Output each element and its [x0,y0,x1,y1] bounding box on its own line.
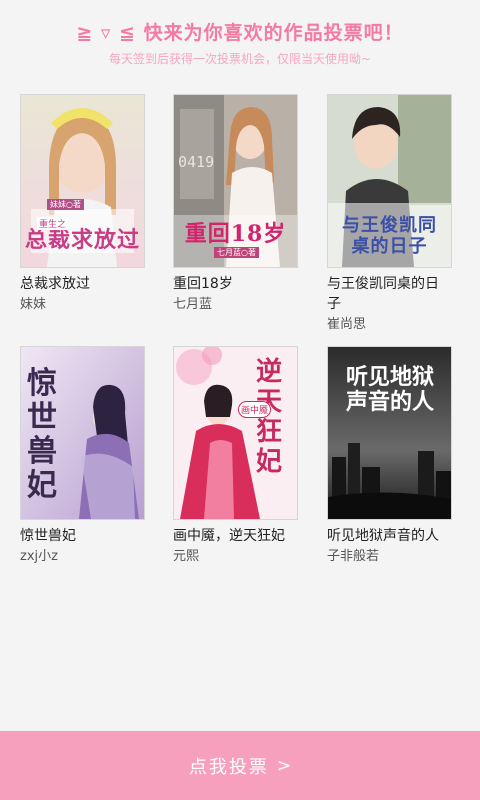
chevron-right-icon: > [276,755,292,776]
cover-tag: 重生之 [37,217,69,230]
subline: 每天签到后获得一次投票机会，仅限当天使用呦~ [108,52,372,66]
book-card[interactable]: 逆天狂妃 画中魇 画中魇，逆天狂妃 元熙 [173,346,298,567]
cover-title: 重回18岁 [184,221,287,247]
book-cover[interactable]: 听见地狱声音的人 [327,346,452,520]
book-cover[interactable]: 0419 重回18岁 七月蓝○著 [173,94,298,268]
book-card[interactable]: 与王俊凯同桌的日子 与王俊凯同桌的日子 崔尚思 [327,94,452,335]
book-author: 子非般若 [327,549,380,564]
book-title[interactable]: 画中魇，逆天狂妃 [173,526,298,546]
book-author: 元熙 [173,549,200,564]
book-cover[interactable]: 与王俊凯同桌的日子 [327,94,452,268]
book-title[interactable]: 听见地狱声音的人 [327,526,452,546]
book-cover[interactable]: 惊世兽妃 [20,346,145,520]
book-cover[interactable]: 总裁求放过 重生之 妹妹○著 [20,94,145,268]
book-author: zxj小z [20,549,58,564]
book-cover[interactable]: 逆天狂妃 画中魇 [173,346,298,520]
book-title[interactable]: 重回18岁 [173,274,298,294]
book-author: 崔尚思 [327,317,367,332]
vote-page: ≧ ▿ ≦ 快来为你喜欢的作品投票吧！ 每天签到后获得一次投票机会，仅限当天使用… [0,0,480,800]
book-card[interactable]: 0419 重回18岁 七月蓝○著 重回18岁 七月蓝 [173,94,298,315]
book-title[interactable]: 总裁求放过 [20,274,145,294]
cover-number: 0419 [178,153,215,171]
cover-title: 惊世兽妃 [27,366,57,503]
cover-author-mark: 妹妹○著 [47,199,84,210]
vote-button-label: 点我投票 [188,756,269,778]
vote-button[interactable]: 点我投票 > [0,731,480,800]
cover-title: 与王俊凯同桌的日子 [342,215,437,257]
cover-author-mark: 七月蓝○著 [214,247,259,258]
vote-header: ≧ ▿ ≦ 快来为你喜欢的作品投票吧！ 每天签到后获得一次投票机会，仅限当天使用… [0,18,480,68]
cover-title: 听见地狱声音的人 [345,364,434,415]
book-title[interactable]: 与王俊凯同桌的日子 [327,274,452,314]
headline: ≧ ▿ ≦ 快来为你喜欢的作品投票吧！ [76,22,404,44]
book-author: 妹妹 [20,297,47,312]
book-author: 七月蓝 [173,297,213,312]
book-card[interactable]: 惊世兽妃 惊世兽妃 zxj小z [20,346,145,567]
cover-tag: 画中魇 [238,401,272,418]
book-card[interactable]: 听见地狱声音的人 听见地狱声音的人 子非般若 [327,346,452,567]
book-card[interactable]: 总裁求放过 重生之 妹妹○著 总裁求放过 妹妹 [20,94,145,315]
cover-title: 总裁求放过 [24,227,140,253]
book-title[interactable]: 惊世兽妃 [20,526,145,546]
